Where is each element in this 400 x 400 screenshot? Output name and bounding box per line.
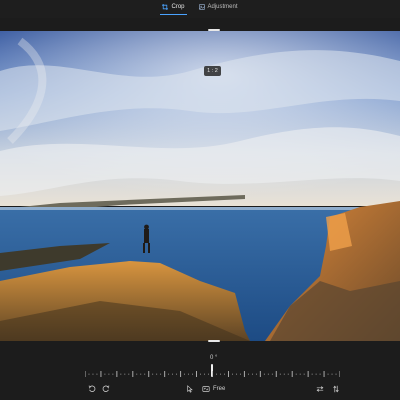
pointer-button[interactable]	[184, 383, 196, 395]
flip-horizontal-icon	[316, 386, 324, 392]
flip-vertical-button[interactable]	[330, 383, 342, 395]
photo-canvas[interactable]: 1 : 2	[0, 31, 400, 341]
rotate-right-button[interactable]	[100, 383, 112, 395]
landscape-photo	[0, 31, 400, 341]
aspect-mode-label: Free	[213, 386, 226, 392]
tab-crop-label: Crop	[171, 4, 185, 10]
pointer-icon	[187, 385, 193, 393]
rotation-ruler[interactable]	[85, 371, 340, 377]
flip-vertical-icon	[333, 385, 339, 393]
rotate-left-icon	[88, 385, 96, 392]
crop-handle-top[interactable]	[208, 29, 220, 31]
crop-icon	[162, 4, 169, 10]
flip-horizontal-button[interactable]	[314, 383, 326, 395]
adjustment-icon	[198, 4, 205, 10]
tab-adjustment-label: Adjustment	[207, 4, 238, 10]
aspect-ratio-icon	[202, 386, 210, 392]
aspect-mode-button[interactable]: Free	[202, 383, 225, 395]
editor-tabs: Crop Adjustment	[0, 3, 400, 15]
tab-crop[interactable]: Crop	[160, 3, 187, 15]
crop-controls: 0 ° Free	[0, 343, 400, 400]
aspect-ratio-chip: 1 : 2	[204, 66, 221, 76]
tab-adjustment[interactable]: Adjustment	[197, 3, 240, 11]
rotation-angle: 0 °	[210, 355, 218, 361]
rotate-right-icon	[102, 385, 110, 392]
top-bar: Crop Adjustment	[0, 0, 400, 18]
crop-handle-bottom[interactable]	[208, 340, 220, 342]
rotate-left-button[interactable]	[86, 383, 98, 395]
